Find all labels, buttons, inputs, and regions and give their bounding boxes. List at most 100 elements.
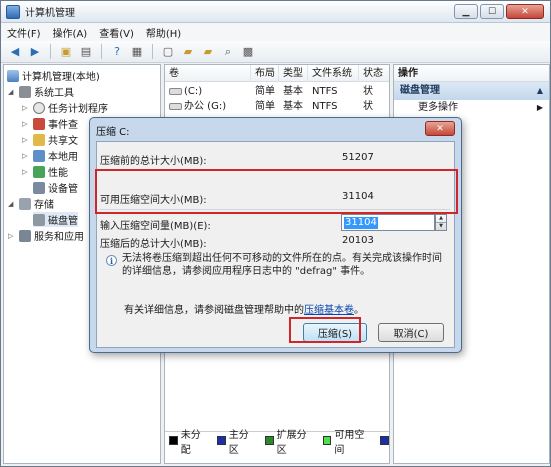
actions-header: 操作 bbox=[394, 65, 549, 82]
disk-management-icon bbox=[33, 213, 45, 226]
more-actions-label: 更多操作 bbox=[418, 102, 458, 113]
help-link[interactable]: 压缩基本卷 bbox=[304, 305, 354, 316]
volume-list-header: 卷 布局 类型 文件系统 状态 bbox=[165, 65, 389, 82]
users-icon bbox=[33, 149, 45, 162]
shared-folder-icon bbox=[33, 133, 45, 146]
expand-triangle-icon[interactable]: ▷ bbox=[22, 168, 31, 176]
dialog-title: 压缩 C: bbox=[96, 127, 130, 138]
legend-swatch-free-space bbox=[322, 436, 332, 445]
tree-item-storage[interactable]: ◢ 存储 bbox=[8, 196, 54, 211]
column-layout[interactable]: 布局 bbox=[251, 65, 279, 82]
clock-icon bbox=[33, 101, 45, 114]
column-status[interactable]: 状态 bbox=[359, 65, 389, 82]
shrink-amount-value: 31104 bbox=[344, 217, 378, 229]
legend-label: 未分配 bbox=[180, 429, 201, 456]
table-row[interactable]: (C:) 简单 基本 NTFS 状 bbox=[165, 84, 389, 99]
window-controls: ▁ ☐ ✕ bbox=[454, 4, 544, 19]
properties-icon[interactable]: ▢ bbox=[160, 44, 176, 60]
total-size-label: 压缩前的总计大小(MB): bbox=[100, 156, 207, 167]
shrink-amount-label: 输入压缩空间量(MB)(E): bbox=[100, 221, 211, 232]
layout-cell: 简单 bbox=[255, 101, 275, 112]
layout-cell: 简单 bbox=[255, 86, 275, 97]
show-hide-tree-icon[interactable]: ▤ bbox=[78, 44, 94, 60]
tree-item-local-users[interactable]: ▷ 本地用 bbox=[22, 148, 78, 163]
after-size-label: 压缩后的总计大小(MB): bbox=[100, 239, 207, 250]
tree-item-label: 计算机管理(本地) bbox=[22, 72, 100, 83]
expand-triangle-icon[interactable]: ▷ bbox=[22, 120, 31, 128]
collapse-triangle-icon[interactable]: ◢ bbox=[8, 88, 17, 96]
expand-triangle-icon[interactable]: ▷ bbox=[8, 232, 17, 240]
tree-item-performance[interactable]: ▷ 性能 bbox=[22, 164, 68, 179]
collapse-triangle-icon[interactable]: ◢ bbox=[8, 200, 17, 208]
tree-item-event-viewer[interactable]: ▷ 事件查 bbox=[22, 116, 78, 131]
expand-triangle-icon[interactable]: ▷ bbox=[22, 104, 31, 112]
menu-file[interactable]: 文件(F) bbox=[7, 25, 41, 40]
drive-icon bbox=[169, 87, 182, 95]
chevron-up-icon[interactable]: ▲ bbox=[537, 82, 543, 100]
settings-icon[interactable]: ▩ bbox=[240, 44, 256, 60]
menu-view[interactable]: 查看(V) bbox=[99, 25, 134, 40]
window-title: 计算机管理 bbox=[25, 8, 75, 19]
tree-item-label: 任务计划程序 bbox=[48, 104, 108, 115]
cancel-button[interactable]: 取消(C) bbox=[378, 323, 444, 342]
more-actions-item[interactable]: 更多操作 ▶ bbox=[394, 100, 549, 115]
forward-arrow-icon[interactable]: ▶ bbox=[27, 44, 43, 60]
tree-item-root[interactable]: 计算机管理(本地) bbox=[7, 68, 100, 83]
tree-item-disk-management[interactable]: 磁盘管 bbox=[33, 212, 78, 227]
after-size-value: 20103 bbox=[342, 235, 374, 246]
maximize-button[interactable]: ☐ bbox=[480, 4, 504, 19]
event-viewer-icon bbox=[33, 117, 45, 130]
actions-group-label: 磁盘管理 bbox=[400, 85, 440, 96]
spin-down-icon[interactable]: ▼ bbox=[436, 223, 446, 231]
up-folder-icon[interactable]: ▣ bbox=[58, 44, 74, 60]
disk-legend: 未分配 主分区 扩展分区 可用空间 bbox=[165, 430, 389, 456]
expand-triangle-icon[interactable]: ▷ bbox=[22, 136, 31, 144]
spin-up-icon[interactable]: ▲ bbox=[436, 215, 446, 223]
expand-triangle-icon[interactable]: ▷ bbox=[22, 152, 31, 160]
tree-item-task-scheduler[interactable]: ▷ 任务计划程序 bbox=[22, 100, 108, 115]
menu-action[interactable]: 操作(A) bbox=[53, 25, 88, 40]
help-suffix: 。 bbox=[354, 305, 364, 316]
shrink-amount-input[interactable]: 31104 bbox=[341, 214, 435, 231]
dialog-close-button[interactable]: ✕ bbox=[425, 121, 455, 136]
tree-item-label: 性能 bbox=[48, 168, 68, 179]
minimize-button[interactable]: ▁ bbox=[454, 4, 478, 19]
help-prefix: 有关详细信息，请参阅磁盘管理帮助中的 bbox=[124, 305, 304, 316]
close-button[interactable]: ✕ bbox=[506, 4, 544, 19]
filesystem-cell: NTFS bbox=[312, 86, 338, 97]
column-filesystem[interactable]: 文件系统 bbox=[308, 65, 359, 82]
help-icon[interactable]: ? bbox=[109, 44, 125, 60]
status-cell: 状 bbox=[363, 101, 373, 112]
storage-icon bbox=[19, 197, 31, 210]
tree-item-device-manager[interactable]: 设备管 bbox=[33, 180, 78, 195]
toolbar-separator bbox=[152, 44, 153, 59]
actions-group-disk-management[interactable]: 磁盘管理 ▲ bbox=[394, 82, 549, 100]
open-folder-icon[interactable]: ▰ bbox=[180, 44, 196, 60]
column-volume[interactable]: 卷 bbox=[165, 65, 251, 82]
services-icon bbox=[19, 229, 31, 242]
column-type[interactable]: 类型 bbox=[279, 65, 308, 82]
shrink-amount-stepper[interactable]: ▲ ▼ bbox=[435, 214, 447, 231]
legend-label: 主分区 bbox=[228, 429, 249, 456]
tree-item-system-tools[interactable]: ◢ 系统工具 bbox=[8, 84, 74, 99]
table-row[interactable]: 办公 (G:) 简单 基本 NTFS 状 bbox=[165, 99, 389, 114]
search-icon[interactable]: ⌕ bbox=[220, 44, 236, 60]
tree-item-services[interactable]: ▷ 服务和应用 bbox=[8, 228, 84, 243]
tree-item-label: 事件查 bbox=[48, 120, 78, 131]
toolbar-separator bbox=[101, 44, 102, 59]
performance-icon bbox=[33, 165, 45, 178]
tools-icon bbox=[19, 85, 31, 98]
view-icon[interactable]: ▦ bbox=[129, 44, 145, 60]
menu-help[interactable]: 帮助(H) bbox=[146, 25, 181, 40]
legend-label: 可用空间 bbox=[334, 429, 365, 456]
help-text: 有关详细信息，请参阅磁盘管理帮助中的压缩基本卷。 bbox=[124, 301, 364, 316]
tree-item-label: 存储 bbox=[34, 200, 54, 211]
tree-item-shared-folders[interactable]: ▷ 共享文 bbox=[22, 132, 78, 147]
drive-icon bbox=[169, 102, 182, 110]
chevron-right-icon: ▶ bbox=[536, 103, 543, 112]
folder-icon[interactable]: ▰ bbox=[200, 44, 216, 60]
back-arrow-icon[interactable]: ◀ bbox=[7, 44, 23, 60]
volume-name: (C:) bbox=[184, 86, 203, 97]
legend-swatch-unallocated bbox=[169, 436, 178, 445]
tree-item-label: 共享文 bbox=[48, 136, 78, 147]
